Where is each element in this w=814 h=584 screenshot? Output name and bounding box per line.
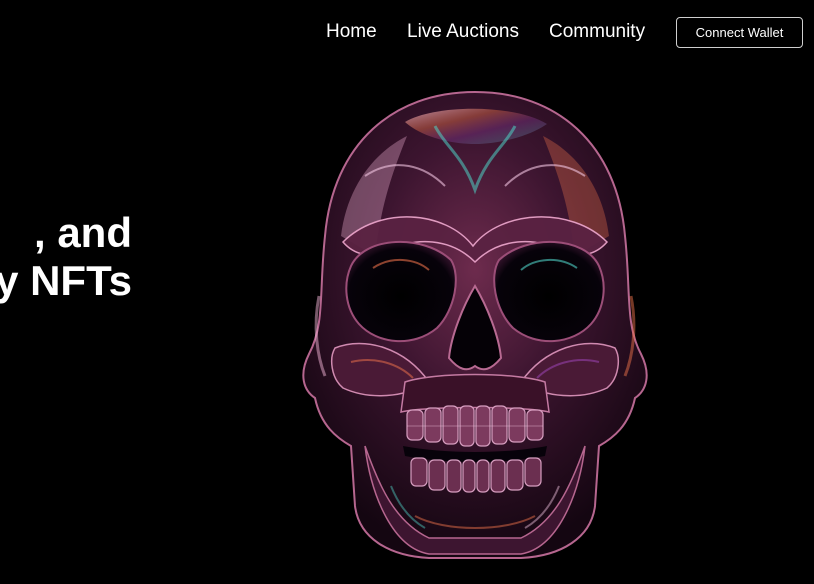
hero-title-line-1: , and	[33, 209, 132, 256]
hero-title: , and y NFTs	[0, 209, 132, 305]
hero-title-line-2: y NFTs	[0, 257, 132, 304]
nav-link-live-auctions[interactable]: Live Auctions	[407, 20, 519, 44]
nav-link-community[interactable]: Community	[549, 20, 645, 44]
skull-icon	[302, 90, 648, 559]
connect-wallet-button[interactable]: Connect Wallet	[676, 17, 803, 48]
nav-link-home[interactable]: Home	[326, 20, 377, 44]
top-navigation: Home Live Auctions Community Connect Wal…	[0, 0, 814, 66]
hero-skull-image	[295, 86, 655, 562]
